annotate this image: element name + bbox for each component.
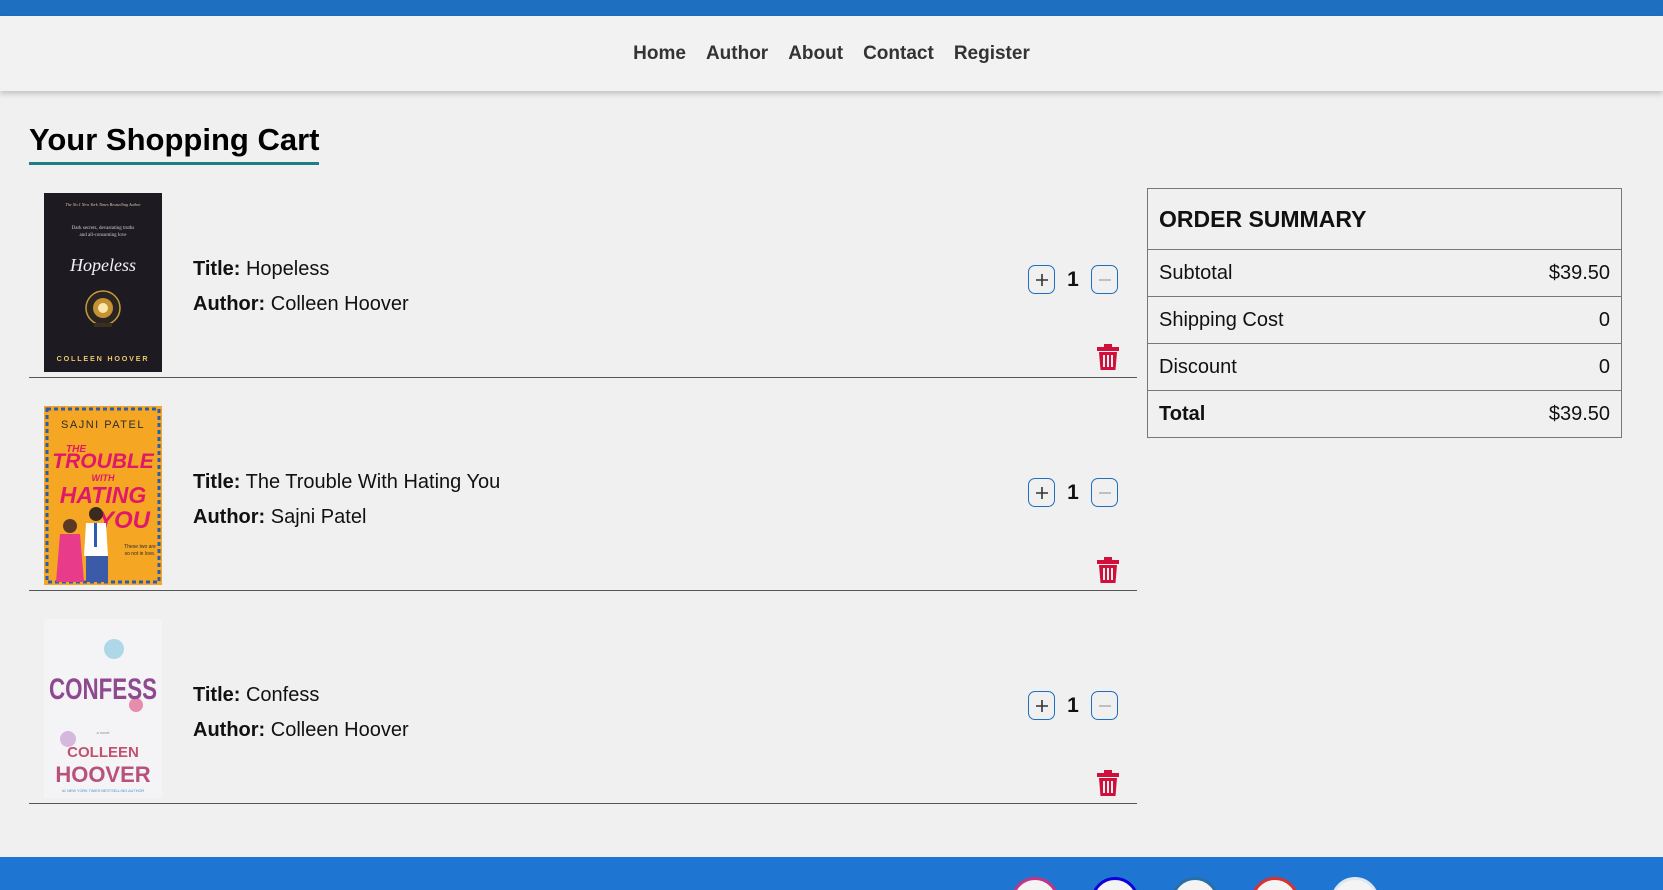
increase-quantity-button[interactable]	[1028, 265, 1055, 294]
svg-text:CONFESS: CONFESS	[49, 673, 157, 706]
book-author: Sajni Patel	[270, 506, 367, 528]
svg-text:#1 NEW YORK TIMES BESTSELLING: #1 NEW YORK TIMES BESTSELLING AUTHOR	[62, 789, 145, 793]
author-label: Author:	[193, 293, 266, 315]
book-title: The Trouble With Hating You	[245, 471, 501, 493]
title-label: Title:	[193, 258, 241, 280]
plus-icon	[1035, 486, 1048, 499]
book-info: Title: Confess Author: Colleen Hoover	[193, 678, 409, 748]
summary-value: 0	[1598, 355, 1610, 378]
top-accent-bar	[0, 0, 1663, 16]
nav-link-contact[interactable]: Contact	[863, 43, 934, 65]
plus-icon	[1035, 273, 1048, 286]
svg-text:Hopeless: Hopeless	[69, 255, 136, 275]
main-nav: Home Author About Contact Register	[0, 16, 1663, 91]
summary-row-total: Total $39.50	[1148, 391, 1621, 437]
quantity-value: 1	[1067, 480, 1079, 504]
svg-text:a novel: a novel	[97, 730, 110, 735]
svg-text:COLLEEN HOOVER: COLLEEN HOOVER	[57, 354, 150, 363]
book-author-line: Author: Colleen Hoover	[193, 713, 409, 748]
order-summary-header: ORDER SUMMARY	[1148, 189, 1621, 250]
minus-icon	[1098, 491, 1111, 494]
svg-text:SAJNI PATEL: SAJNI PATEL	[61, 419, 145, 431]
summary-row-shipping: Shipping Cost 0	[1148, 297, 1621, 344]
quantity-value: 1	[1067, 693, 1079, 717]
book-title: Confess	[245, 684, 320, 706]
svg-text:HATING: HATING	[60, 482, 147, 508]
nav-link-author[interactable]: Author	[706, 43, 768, 65]
svg-text:COLLEEN: COLLEEN	[67, 744, 139, 761]
remove-item-button[interactable]	[1097, 344, 1119, 370]
book-cover-trouble-with-hating-you[interactable]: SAJNI PATEL THE TROUBLE WITH HATING YOU …	[44, 406, 162, 585]
summary-label: Discount	[1159, 355, 1237, 378]
author-label: Author:	[193, 719, 266, 741]
quantity-stepper: 1	[1028, 265, 1118, 294]
book-info: Title: The Trouble With Hating You Autho…	[193, 465, 500, 535]
book-author: Colleen Hoover	[270, 719, 409, 741]
book-author-line: Author: Sajni Patel	[193, 500, 500, 535]
cart-item: CONFESS a novel COLLEEN HOOVER #1 NEW YO…	[29, 612, 1137, 804]
summary-value: 0	[1598, 308, 1610, 331]
book-title-line: Title: Confess	[193, 678, 409, 713]
summary-row-discount: Discount 0	[1148, 344, 1621, 391]
summary-row-subtotal: Subtotal $39.50	[1148, 250, 1621, 297]
linkedin-icon[interactable]	[1171, 877, 1219, 890]
minus-icon	[1098, 278, 1111, 281]
quantity-stepper: 1	[1028, 691, 1118, 720]
trash-icon	[1097, 344, 1119, 370]
nav-link-home[interactable]: Home	[633, 43, 686, 65]
svg-text:so not in love.: so not in love.	[125, 551, 156, 557]
svg-text:These two are: These two are	[124, 544, 156, 550]
quantity-stepper: 1	[1028, 478, 1118, 507]
increase-quantity-button[interactable]	[1028, 691, 1055, 720]
nav-link-about[interactable]: About	[788, 43, 843, 65]
svg-text:HOOVER: HOOVER	[55, 762, 150, 787]
order-summary: ORDER SUMMARY Subtotal $39.50 Shipping C…	[1147, 188, 1622, 438]
book-cover-hopeless[interactable]: The No.1 New York Times Bestselling Auth…	[44, 193, 162, 372]
trash-icon	[1097, 770, 1119, 796]
title-label: Title:	[193, 684, 241, 706]
title-label: Title:	[193, 471, 241, 493]
book-author-line: Author: Colleen Hoover	[193, 287, 409, 322]
book-cover-confess[interactable]: CONFESS a novel COLLEEN HOOVER #1 NEW YO…	[44, 619, 162, 798]
svg-text:and all-consuming love: and all-consuming love	[80, 233, 128, 238]
summary-value: $39.50	[1548, 402, 1610, 425]
trash-icon	[1097, 557, 1119, 583]
book-title-line: Title: The Trouble With Hating You	[193, 465, 500, 500]
cart-item: The No.1 New York Times Bestselling Auth…	[29, 186, 1137, 378]
svg-text:Dark secrets, devastating trut: Dark secrets, devastating truths	[72, 226, 135, 231]
summary-value: $39.50	[1548, 261, 1610, 284]
youtube-icon[interactable]	[1251, 877, 1299, 890]
remove-item-button[interactable]	[1097, 770, 1119, 796]
remove-item-button[interactable]	[1097, 557, 1119, 583]
book-info: Title: Hopeless Author: Colleen Hoover	[193, 252, 409, 322]
twitter-icon[interactable]	[1331, 877, 1379, 890]
book-title-line: Title: Hopeless	[193, 252, 409, 287]
minus-icon	[1098, 704, 1111, 707]
summary-label: Shipping Cost	[1159, 308, 1284, 331]
facebook-icon[interactable]	[1091, 877, 1139, 890]
summary-label: Total	[1159, 402, 1206, 425]
book-title: Hopeless	[245, 258, 330, 280]
book-author: Colleen Hoover	[270, 293, 409, 315]
svg-text:TROUBLE: TROUBLE	[52, 450, 154, 473]
quantity-value: 1	[1067, 267, 1079, 291]
decrease-quantity-button[interactable]	[1091, 478, 1118, 507]
cart-list: The No.1 New York Times Bestselling Auth…	[29, 186, 1137, 825]
increase-quantity-button[interactable]	[1028, 478, 1055, 507]
footer	[0, 857, 1663, 890]
page-title: Your Shopping Cart	[29, 122, 320, 165]
summary-label: Subtotal	[1159, 261, 1233, 284]
decrease-quantity-button[interactable]	[1091, 691, 1118, 720]
nav-link-register[interactable]: Register	[954, 43, 1030, 65]
decrease-quantity-button[interactable]	[1091, 265, 1118, 294]
author-label: Author:	[193, 506, 266, 528]
plus-icon	[1035, 699, 1048, 712]
svg-text:The No.1 New York Times Bestse: The No.1 New York Times Bestselling Auth…	[65, 202, 141, 207]
cart-item: SAJNI PATEL THE TROUBLE WITH HATING YOU …	[29, 399, 1137, 591]
order-summary-heading: ORDER SUMMARY	[1159, 205, 1367, 232]
instagram-icon[interactable]	[1011, 877, 1059, 890]
